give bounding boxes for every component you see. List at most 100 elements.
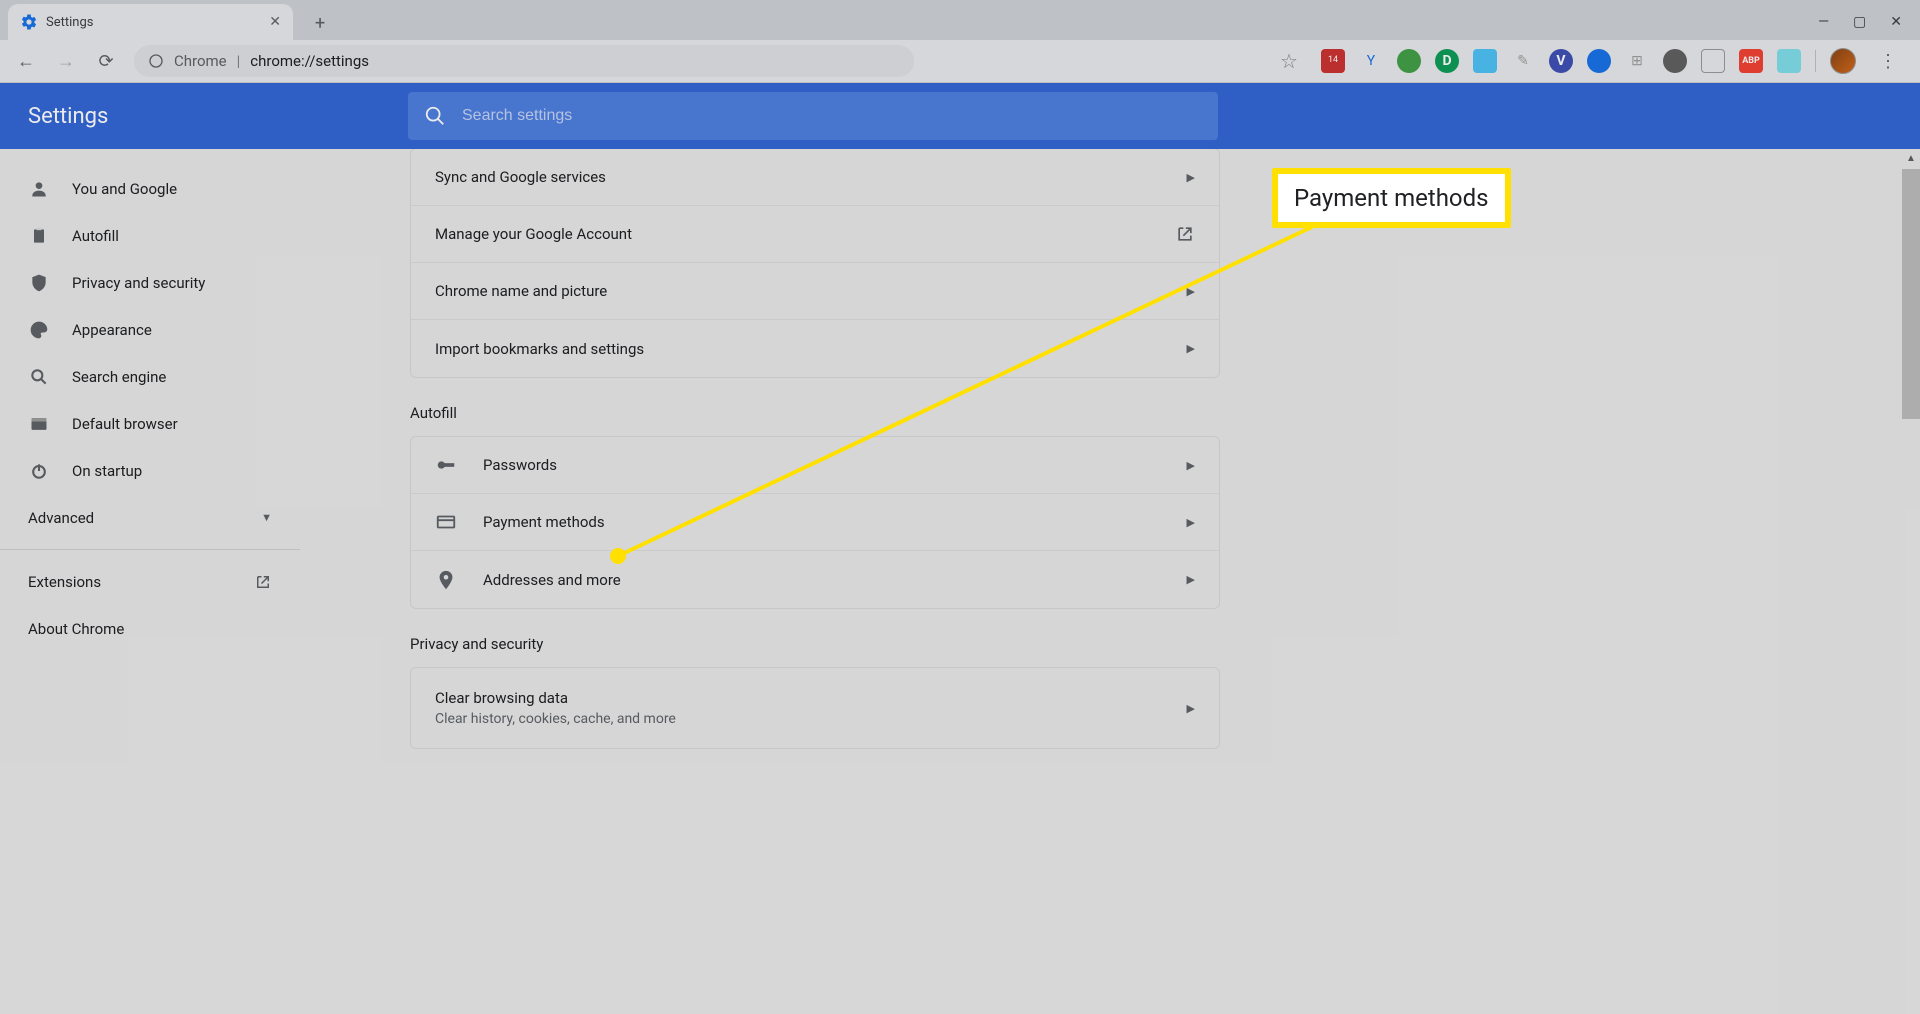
chevron-down-icon: ▼	[261, 511, 272, 524]
search-icon	[28, 367, 50, 387]
extension-dark-icon[interactable]	[1663, 49, 1687, 73]
row-addresses[interactable]: Addresses and more ▶	[411, 551, 1219, 608]
sidebar-divider	[0, 549, 300, 550]
omnibox-proto: Chrome	[174, 52, 227, 70]
sidebar-item-label: Search engine	[72, 368, 166, 386]
extension-d-icon[interactable]: D	[1435, 49, 1459, 73]
extension-v-icon[interactable]: V	[1549, 49, 1573, 73]
sidebar-about-link[interactable]: About Chrome	[0, 605, 300, 652]
extension-wing-icon[interactable]: ✎	[1511, 49, 1535, 73]
card-privacy: Clear browsing data Clear history, cooki…	[410, 667, 1220, 749]
close-window-button[interactable]: ✕	[1890, 14, 1902, 30]
browser-tab-strip: Settings ✕ + — ▢ ✕	[0, 0, 1920, 40]
scroll-thumb[interactable]	[1902, 169, 1920, 419]
extension-y-icon[interactable]: Y	[1359, 49, 1383, 73]
section-title-privacy: Privacy and security	[410, 635, 1220, 653]
chevron-right-icon: ▶	[1187, 342, 1195, 355]
row-sync[interactable]: Sync and Google services ▶	[411, 149, 1219, 206]
chevron-right-icon: ▶	[1187, 171, 1195, 184]
star-icon[interactable]: ☆	[1271, 43, 1307, 79]
chevron-right-icon: ▶	[1187, 285, 1195, 298]
sidebar-item-you-and-google[interactable]: You and Google	[0, 165, 294, 212]
sidebar-advanced-toggle[interactable]: Advanced ▼	[0, 494, 300, 541]
reload-button[interactable]: ⟳	[88, 43, 124, 79]
omnibox-url: chrome://settings	[250, 52, 369, 70]
extension-box-icon[interactable]	[1701, 49, 1725, 73]
extension-abp-icon[interactable]: ABP	[1739, 49, 1763, 73]
row-import-bookmarks[interactable]: Import bookmarks and settings ▶	[411, 320, 1219, 377]
section-title-autofill: Autofill	[410, 404, 1220, 422]
key-icon	[435, 454, 457, 476]
row-label: Clear browsing data	[435, 689, 676, 707]
extensions-row: ☆ 14 Y D ✎ V ⊞ ABP ⋮	[918, 43, 1912, 79]
menu-button[interactable]: ⋮	[1870, 43, 1906, 79]
sidebar-extensions-label: Extensions	[28, 573, 101, 591]
browser-icon	[28, 414, 50, 434]
row-label: Manage your Google Account	[435, 225, 632, 243]
sidebar-item-label: On startup	[72, 462, 142, 480]
row-payment-methods[interactable]: Payment methods ▶	[411, 494, 1219, 551]
forward-button[interactable]: →	[48, 43, 84, 79]
settings-title: Settings	[28, 104, 408, 129]
tab-title: Settings	[46, 15, 261, 30]
sidebar-item-autofill[interactable]: Autofill	[0, 212, 294, 259]
card-icon	[435, 511, 457, 533]
row-manage-account[interactable]: Manage your Google Account	[411, 206, 1219, 263]
row-passwords[interactable]: Passwords ▶	[411, 437, 1219, 494]
sidebar-item-label: Autofill	[72, 227, 119, 245]
palette-icon	[28, 320, 50, 340]
gear-icon	[20, 13, 38, 31]
clipboard-icon	[28, 226, 50, 246]
settings-sidebar: You and Google Autofill Privacy and secu…	[0, 149, 300, 1014]
pin-icon	[435, 569, 457, 591]
sidebar-item-default-browser[interactable]: Default browser	[0, 400, 294, 447]
scrollbar[interactable]: ▲	[1902, 149, 1920, 1014]
search-settings-box[interactable]	[408, 92, 1218, 140]
omnibox[interactable]: Chrome | chrome://settings	[134, 45, 914, 77]
sidebar-item-search-engine[interactable]: Search engine	[0, 353, 294, 400]
row-label: Sync and Google services	[435, 168, 606, 186]
chevron-right-icon: ▶	[1187, 516, 1195, 529]
sidebar-about-label: About Chrome	[28, 620, 124, 638]
row-label: Addresses and more	[483, 571, 621, 589]
row-name-picture[interactable]: Chrome name and picture ▶	[411, 263, 1219, 320]
extension-evernote-icon[interactable]	[1397, 49, 1421, 73]
sidebar-item-appearance[interactable]: Appearance	[0, 306, 294, 353]
open-external-icon	[1175, 224, 1195, 244]
card-autofill: Passwords ▶ Payment methods ▶ Addresses …	[410, 436, 1220, 609]
new-tab-button[interactable]: +	[305, 7, 335, 40]
open-external-icon	[254, 573, 272, 591]
sidebar-extensions-link[interactable]: Extensions	[0, 558, 300, 605]
maximize-button[interactable]: ▢	[1853, 14, 1866, 30]
row-clear-data[interactable]: Clear browsing data Clear history, cooki…	[411, 668, 1219, 748]
extension-plus-icon[interactable]: ⊞	[1625, 49, 1649, 73]
card-google-account: Sync and Google services ▶ Manage your G…	[410, 149, 1220, 378]
sidebar-item-label: You and Google	[72, 180, 177, 198]
extension-circle-icon[interactable]	[1587, 49, 1611, 73]
settings-main: Sync and Google services ▶ Manage your G…	[410, 149, 1330, 1014]
minimize-button[interactable]: —	[1818, 14, 1829, 30]
settings-header: Settings	[0, 83, 1920, 149]
back-button[interactable]: ←	[8, 43, 44, 79]
row-sub: Clear history, cookies, cache, and more	[435, 711, 676, 727]
sidebar-advanced-label: Advanced	[28, 509, 94, 527]
browser-tab-active[interactable]: Settings ✕	[8, 4, 293, 40]
chevron-right-icon: ▶	[1187, 702, 1195, 715]
shield-icon	[28, 273, 50, 293]
profile-avatar[interactable]	[1830, 48, 1856, 74]
address-bar-row: ← → ⟳ Chrome | chrome://settings ☆ 14 Y …	[0, 40, 1920, 83]
extension-blue-icon[interactable]	[1473, 49, 1497, 73]
close-tab-icon[interactable]: ✕	[269, 14, 281, 30]
person-icon	[28, 179, 50, 199]
callout-label: Payment methods	[1272, 168, 1511, 228]
search-settings-input[interactable]	[462, 107, 1202, 125]
sidebar-item-privacy[interactable]: Privacy and security	[0, 259, 294, 306]
extension-calendar-icon[interactable]: 14	[1321, 49, 1345, 73]
row-label: Chrome name and picture	[435, 282, 607, 300]
scroll-up-arrow[interactable]: ▲	[1902, 149, 1920, 167]
sidebar-item-on-startup[interactable]: On startup	[0, 447, 294, 494]
settings-body: You and Google Autofill Privacy and secu…	[0, 149, 1920, 1014]
row-label: Payment methods	[483, 513, 605, 531]
extension-cyan-icon[interactable]	[1777, 49, 1801, 73]
window-controls: — ▢ ✕	[1818, 14, 1920, 40]
